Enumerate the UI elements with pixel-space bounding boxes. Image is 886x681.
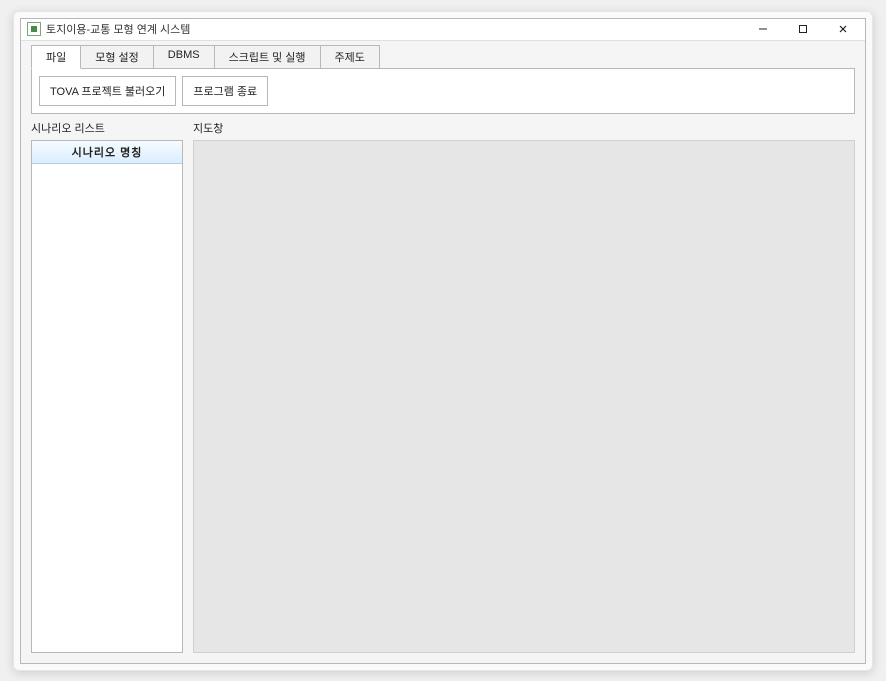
tab-script-run[interactable]: 스크립트 및 실행 <box>214 45 321 68</box>
tab-theme-map[interactable]: 주제도 <box>320 45 380 68</box>
application-window: 토지이용-교통 모형 연계 시스템 파일 모형 설정 DBMS 스크립트 및 실… <box>20 18 866 664</box>
maximize-button[interactable] <box>783 19 823 40</box>
scenario-column-header[interactable]: 시나리오 명칭 <box>32 141 182 164</box>
close-button[interactable] <box>823 19 863 40</box>
body-row: 시나리오 리스트 시나리오 명칭 지도창 <box>31 120 855 653</box>
load-project-button[interactable]: TOVA 프로젝트 불러오기 <box>39 76 176 106</box>
scenario-list[interactable]: 시나리오 명칭 <box>31 140 183 653</box>
tab-file[interactable]: 파일 <box>31 45 81 69</box>
titlebar: 토지이용-교통 모형 연계 시스템 <box>21 19 865 41</box>
tab-model-settings[interactable]: 모형 설정 <box>80 45 154 68</box>
client-area: 파일 모형 설정 DBMS 스크립트 및 실행 주제도 TOVA 프로젝트 불러… <box>21 41 865 663</box>
map-canvas[interactable] <box>193 140 855 653</box>
scenario-list-label: 시나리오 리스트 <box>31 120 183 136</box>
tab-dbms[interactable]: DBMS <box>153 45 215 68</box>
minimize-button[interactable] <box>743 19 783 40</box>
scenario-sidebar: 시나리오 리스트 시나리오 명칭 <box>31 120 183 653</box>
window-title: 토지이용-교통 모형 연계 시스템 <box>46 21 743 37</box>
map-area: 지도창 <box>193 120 855 653</box>
exit-program-button[interactable]: 프로그램 종료 <box>182 76 268 106</box>
map-label: 지도창 <box>193 120 855 136</box>
app-icon <box>27 22 41 36</box>
window-buttons <box>743 19 863 40</box>
tab-strip: 파일 모형 설정 DBMS 스크립트 및 실행 주제도 <box>31 45 855 68</box>
scenario-list-body[interactable] <box>32 164 182 652</box>
toolbar-panel: TOVA 프로젝트 불러오기 프로그램 종료 <box>31 68 855 114</box>
